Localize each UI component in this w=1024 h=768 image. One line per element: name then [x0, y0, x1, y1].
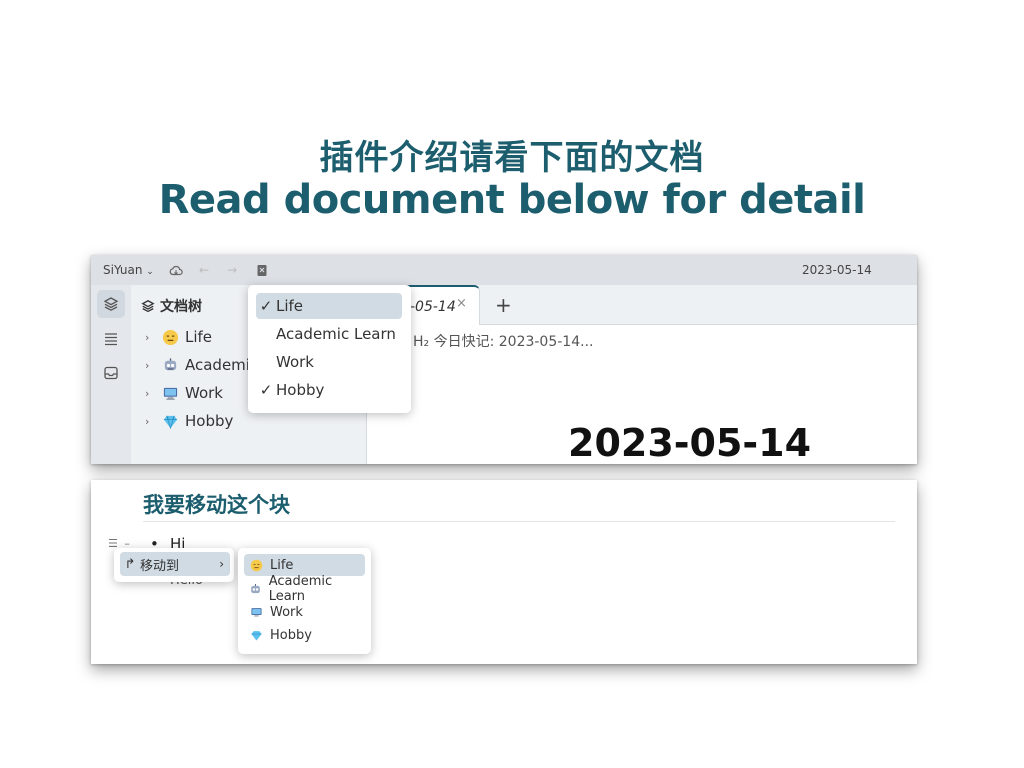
check-icon: ✓ — [259, 381, 273, 399]
tree-item-label: Hobby — [185, 412, 234, 430]
headline-english: Read document below for detail — [158, 177, 866, 223]
filter-menu-item-label: Hobby — [276, 381, 325, 399]
siyuan-window-screenshot: SiYuan ⌄ ← → 2023-05-14 文档树 › Life › Aca… — [91, 255, 917, 464]
heading-divider — [143, 521, 895, 522]
submenu-item-work[interactable]: Work — [244, 601, 365, 623]
back-arrow-icon[interactable]: ← — [195, 261, 213, 279]
expressionless-face-icon — [159, 328, 181, 346]
workspace-menu-button[interactable]: SiYuan ⌄ — [103, 263, 154, 277]
topbar-date: 2023-05-14 — [802, 263, 872, 277]
headline-chinese: 插件介绍请看下面的文档 — [319, 138, 705, 178]
tree-item-hobby[interactable]: › Hobby — [145, 409, 233, 433]
document-title[interactable]: 2023-05-14 — [568, 421, 811, 464]
move-to-menu-item[interactable]: ↱ 移动到 › — [120, 552, 230, 576]
submenu-item-label: Work — [270, 604, 303, 620]
submenu-item-label: Academic Learn — [268, 574, 333, 604]
computer-icon — [247, 606, 265, 619]
cloud-sync-icon[interactable] — [167, 261, 185, 279]
submenu-item-hobby[interactable]: Hobby — [244, 624, 365, 646]
filter-menu-item-hobby[interactable]: ✓ Hobby — [256, 377, 402, 403]
move-to-submenu: Life Academic Learn Work Hobby — [238, 548, 371, 654]
filter-menu-item-work[interactable]: Work — [256, 349, 402, 375]
chevron-right-icon[interactable]: › — [145, 359, 159, 372]
add-tab-button[interactable]: + — [495, 293, 512, 317]
file-tree-dock-button[interactable] — [97, 290, 125, 318]
layers-icon — [141, 300, 155, 313]
robot-icon — [247, 583, 264, 596]
document-tree-title: 文档树 — [160, 299, 202, 315]
block-heading[interactable]: 我要移动这个块 — [143, 489, 290, 519]
tree-item-work[interactable]: › Work — [145, 381, 223, 405]
tree-item-label: Work — [185, 384, 223, 402]
robot-icon — [159, 356, 181, 374]
document-tree-header: 文档树 — [141, 296, 202, 316]
expressionless-face-icon — [247, 559, 265, 572]
submenu-item-label: Hobby — [270, 627, 312, 643]
filter-menu-item-life[interactable]: ✓ Life — [256, 293, 402, 319]
tree-item-academic[interactable]: › Academic — [145, 353, 258, 377]
inbox-dock-button[interactable] — [97, 359, 125, 387]
outline-list-icon — [105, 333, 117, 346]
filter-menu-item-label: Academic Learn — [276, 325, 396, 343]
tab-label: -05-14 — [410, 299, 456, 315]
close-icon[interactable]: × — [456, 296, 467, 311]
move-block-screenshot: 我要移动这个块 ☰ – • Hi Hello ↱ 移动到 › Life Acad… — [91, 480, 917, 664]
submenu-item-label: Life — [270, 557, 294, 573]
notebook-icon[interactable] — [253, 261, 271, 279]
block-context-menu: ↱ 移动到 › — [114, 548, 234, 582]
gem-icon — [159, 412, 181, 430]
left-dock — [91, 285, 131, 464]
computer-icon — [159, 384, 181, 402]
redirect-arrow-icon: ↱ — [124, 556, 136, 572]
chevron-right-icon[interactable]: › — [145, 415, 159, 428]
editor-area: H₂ 今日快记: 2023-05-14... 2023-05-14 — [368, 325, 917, 464]
gem-icon — [247, 629, 265, 642]
breadcrumb[interactable]: H₂ 今日快记: 2023-05-14... — [413, 331, 593, 351]
filter-menu-item-label: Life — [276, 297, 304, 315]
submenu-item-life[interactable]: Life — [244, 554, 365, 576]
move-to-label: 移动到 — [140, 558, 180, 574]
tree-item-label: Life — [185, 328, 213, 346]
chevron-right-icon[interactable]: › — [145, 387, 159, 400]
chevron-right-icon: › — [219, 557, 224, 571]
outline-dock-button[interactable] — [97, 325, 125, 353]
inbox-icon — [104, 366, 118, 380]
filter-menu-item-label: Work — [276, 353, 314, 371]
tab-bar: -05-14 × + — [368, 285, 917, 326]
layers-icon — [103, 297, 119, 311]
filter-menu-item-academic-learn[interactable]: Academic Learn — [256, 321, 402, 347]
check-icon: ✓ — [259, 297, 273, 315]
notebook-filter-menu: ✓ Life Academic Learn Work ✓ Hobby — [248, 285, 411, 413]
title-bar: SiYuan ⌄ ← → 2023-05-14 — [91, 255, 917, 285]
tree-item-life[interactable]: › Life — [145, 325, 212, 349]
submenu-item-academic-learn[interactable]: Academic Learn — [244, 574, 365, 604]
chevron-right-icon[interactable]: › — [145, 331, 159, 344]
forward-arrow-icon[interactable]: → — [223, 261, 241, 279]
